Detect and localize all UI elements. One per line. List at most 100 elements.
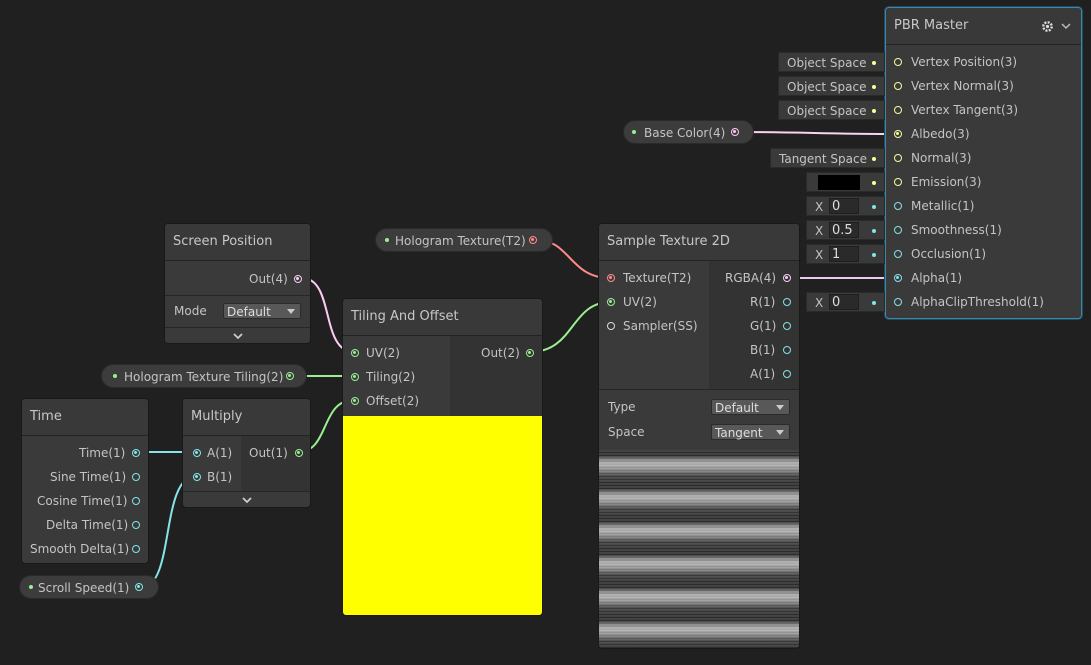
a-out-port[interactable] (783, 370, 791, 378)
mode-dropdown[interactable]: Default (223, 303, 301, 319)
port-normal[interactable] (894, 154, 902, 162)
multiply-node[interactable]: Multiply A(1) B(1) Out(1) (182, 398, 311, 508)
emission-color-field[interactable] (806, 172, 885, 192)
sine-time-out-port[interactable] (132, 473, 140, 481)
divider (599, 389, 799, 390)
pbr-port-label: Emission(3) (911, 175, 982, 189)
output-label: G(1) (750, 319, 777, 333)
port-smoothness[interactable] (894, 226, 902, 234)
space-dropdown[interactable]: Tangent (711, 424, 790, 440)
smooth-delta-out-port[interactable] (132, 545, 140, 553)
output-label: RGBA(4) (725, 271, 777, 285)
screen-position-node[interactable]: Screen Position Out(4) Mode Default (164, 223, 311, 344)
occlusion-value[interactable]: 1 (829, 246, 859, 262)
a-in-port[interactable] (193, 449, 201, 457)
input-label: A(1) (207, 446, 233, 460)
node-title: Sample Texture 2D (599, 224, 799, 261)
property-exposed-dot (29, 585, 33, 589)
pbr-port-label: Smoothness(1) (911, 223, 1002, 237)
g-out-port[interactable] (783, 322, 791, 330)
uv-in-port[interactable] (607, 298, 615, 306)
cosine-time-out-port[interactable] (132, 497, 140, 505)
chevron-down-icon[interactable] (1061, 22, 1071, 30)
port-albedo[interactable] (894, 130, 902, 138)
emission-color-swatch[interactable] (818, 175, 860, 190)
port-occlusion[interactable] (894, 250, 902, 258)
hologram-tiling-property[interactable]: Hologram Texture Tiling(2) (101, 364, 307, 388)
rgba-out-port[interactable] (783, 274, 791, 282)
base-color-out-port[interactable] (731, 128, 739, 136)
outputs-panel (241, 436, 310, 491)
node-body (165, 261, 310, 295)
hologram-tiling-out-port[interactable] (286, 372, 294, 380)
axis-label: X (815, 224, 824, 238)
occlusion-field[interactable]: X 1 (806, 244, 885, 264)
smoothness-value[interactable]: 0.5 (829, 222, 859, 238)
base-color-property[interactable]: Base Color(4) (623, 120, 754, 144)
scroll-speed-out-port[interactable] (135, 583, 143, 591)
field-connector-dot (872, 157, 876, 161)
normal-space-field[interactable]: Tangent Space (770, 148, 885, 168)
vertex-position-space-field[interactable]: Object Space (778, 52, 885, 72)
property-exposed-dot (385, 238, 389, 242)
pbr-port-label: AlphaClipThreshold(1) (911, 295, 1044, 309)
pbr-port-label: Normal(3) (911, 151, 972, 165)
alpha-clip-field[interactable]: X 0 (806, 292, 885, 312)
field-connector-dot (872, 301, 876, 305)
out-label: Out(4) (249, 272, 288, 286)
tiling-in-port[interactable] (351, 373, 359, 381)
time-out-port[interactable] (132, 449, 140, 457)
field-connector-dot (872, 109, 876, 113)
b-out-port[interactable] (783, 346, 791, 354)
dropdown-value: Default (227, 305, 271, 319)
field-connector-dot (872, 181, 876, 185)
metallic-value[interactable]: 0 (829, 198, 859, 214)
sampler-in-port[interactable] (607, 322, 615, 330)
gear-icon[interactable] (1041, 20, 1054, 33)
scroll-speed-property[interactable]: Scroll Speed(1) (19, 575, 159, 599)
delta-time-out-port[interactable] (132, 521, 140, 529)
b-in-port[interactable] (193, 473, 201, 481)
output-label: Sine Time(1) (50, 470, 127, 484)
expand-chevron-icon[interactable] (233, 331, 243, 341)
time-node[interactable]: Time Time(1) Sine Time(1) Cosine Time(1)… (21, 398, 149, 564)
screen-position-out-port[interactable] (294, 275, 302, 283)
port-vertex-tangent[interactable] (894, 106, 902, 114)
port-metallic[interactable] (894, 202, 902, 210)
offset-in-port[interactable] (351, 397, 359, 405)
node-title: Tiling And Offset (343, 299, 542, 336)
uv-in-port[interactable] (351, 349, 359, 357)
pbr-port-label: Vertex Normal(3) (911, 79, 1014, 93)
dropdown-arrow-icon (776, 405, 784, 410)
input-label: Sampler(SS) (623, 319, 698, 333)
vertex-tangent-space-field[interactable]: Object Space (778, 100, 885, 120)
output-label: R(1) (750, 295, 776, 309)
port-alpha[interactable] (894, 274, 902, 282)
port-emission[interactable] (894, 178, 902, 186)
input-label: UV(2) (623, 295, 657, 309)
alpha-clip-value[interactable]: 0 (829, 294, 859, 310)
r-out-port[interactable] (783, 298, 791, 306)
port-alpha-clip[interactable] (894, 298, 902, 306)
output-label: A(1) (750, 367, 776, 381)
preview-image (599, 450, 799, 648)
hologram-texture-out-port[interactable] (529, 236, 537, 244)
expand-chevron-icon[interactable] (242, 495, 252, 505)
tiling-out-port[interactable] (526, 349, 534, 357)
type-dropdown[interactable]: Default (711, 399, 790, 415)
field-value: Object Space (787, 80, 867, 94)
output-label: Delta Time(1) (46, 518, 129, 532)
smoothness-field[interactable]: X 0.5 (806, 220, 885, 240)
tiling-and-offset-node[interactable]: Tiling And Offset UV(2) Tiling(2) Offset… (342, 298, 543, 616)
metallic-field[interactable]: X 0 (806, 196, 885, 216)
pbr-port-label: Vertex Position(3) (911, 55, 1018, 69)
field-connector-dot (872, 61, 876, 65)
sample-texture-2d-node[interactable]: Sample Texture 2D Texture(T2) UV(2) Samp… (598, 223, 800, 649)
vertex-normal-space-field[interactable]: Object Space (778, 76, 885, 96)
port-vertex-normal[interactable] (894, 82, 902, 90)
texture-in-port[interactable] (607, 274, 615, 282)
multiply-out-port[interactable] (295, 449, 303, 457)
property-exposed-dot (113, 374, 117, 378)
port-vertex-position[interactable] (894, 58, 902, 66)
hologram-texture-property[interactable]: Hologram Texture(T2) (375, 228, 553, 252)
